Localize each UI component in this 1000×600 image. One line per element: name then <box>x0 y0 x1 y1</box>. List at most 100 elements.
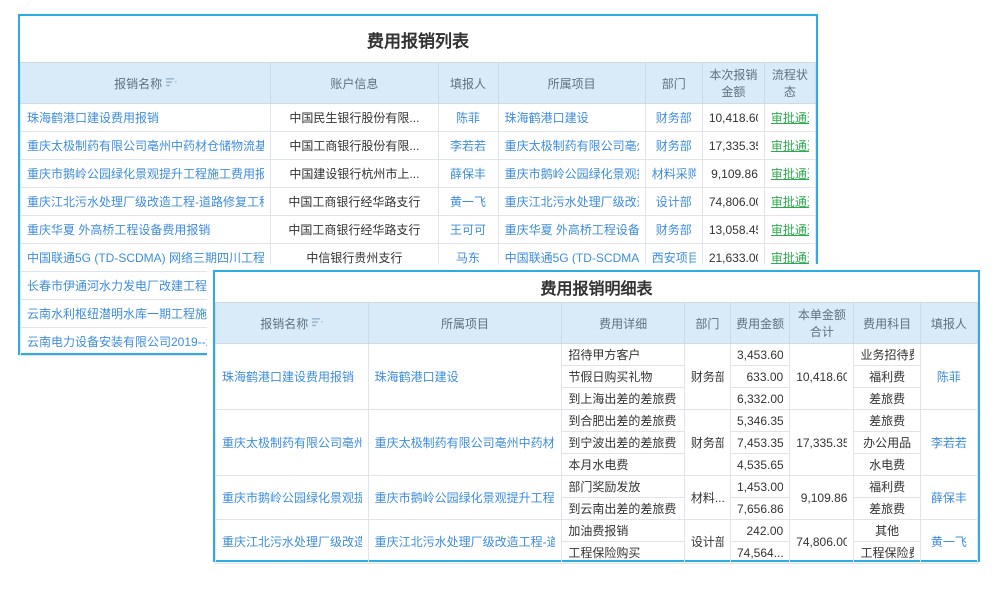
amount-value: 74,806.00 <box>709 195 758 209</box>
reimburse-name-link[interactable]: 重庆江北污水处理厂级改造工程-道路修复工程费用... <box>27 193 264 210</box>
dept-link[interactable]: 财务部 <box>652 221 696 238</box>
expense-item: 部门奖励发放 <box>568 478 677 495</box>
expense-item: 招待甲方客户 <box>568 346 677 363</box>
list-header-row: 报销名称 账户信息 填报人 所属项目 部门 本次报销金额 流程状态 <box>21 63 816 104</box>
reimburse-name-link[interactable]: 重庆太极制药有限公司亳州中药材仓储物流基地项目费用报销 <box>222 434 362 451</box>
col-header-dept: 部门 <box>645 63 702 104</box>
dept-link[interactable]: 材料采购 <box>652 165 696 182</box>
expense-item: 到宁波出差的差旅费 <box>568 434 677 451</box>
col-header-filler: 填报人 <box>920 303 977 344</box>
table-row: 珠海鹤港口建设费用报销 中国民生银行股份有限... 陈菲 珠海鹤港口建设 财务部… <box>21 104 816 132</box>
expense-amount: 74,564... <box>737 546 783 560</box>
expense-item: 节假日购买礼物 <box>568 368 677 385</box>
status-link[interactable]: 审批通过 <box>771 165 809 182</box>
amount-value: 21,633.00 <box>709 251 758 265</box>
expense-amount: 4,535.65 <box>737 458 783 472</box>
sort-icon[interactable] <box>166 76 177 90</box>
expense-category: 其他 <box>860 522 913 539</box>
expense-amount: 242.00 <box>737 524 783 538</box>
total-amount: 74,806.00 <box>796 535 847 549</box>
status-link[interactable]: 审批通过 <box>771 249 809 266</box>
status-link[interactable]: 审批通过 <box>771 193 809 210</box>
expense-item: 加油费报销 <box>568 522 677 539</box>
amount-value: 13,058.45 <box>709 223 758 237</box>
reimburse-name-link[interactable]: 珠海鹤港口建设费用报销 <box>27 109 264 126</box>
expense-amount: 6,332.00 <box>737 392 783 406</box>
project-link[interactable]: 珠海鹤港口建设 <box>505 109 639 126</box>
col-header-account: 账户信息 <box>271 63 438 104</box>
reimburse-name-link[interactable]: 重庆华夏 外高桥工程设备费用报销 <box>27 221 264 238</box>
expense-category: 差旅费 <box>860 500 913 517</box>
expense-category: 差旅费 <box>860 412 913 429</box>
project-link[interactable]: 重庆江北污水处理厂级改造工程-道路修复工程 <box>375 533 556 550</box>
filler-link[interactable]: 李若若 <box>445 137 492 154</box>
reimburse-name-link[interactable]: 重庆太极制药有限公司亳州中药材仓储物流基地项... <box>27 137 264 154</box>
col-header-name-label: 报销名称 <box>114 75 162 92</box>
dept-link[interactable]: 设计部 <box>652 193 696 210</box>
reimburse-name-link[interactable]: 珠海鹤港口建设费用报销 <box>222 368 362 385</box>
col-header-name-label: 报销名称 <box>260 315 308 332</box>
dept-link[interactable]: 财务部 <box>652 137 696 154</box>
col-header-amount: 费用金额 <box>730 303 789 344</box>
filler-link[interactable]: 王可可 <box>445 221 492 238</box>
expense-amount: 633.00 <box>737 370 783 384</box>
table-row: 重庆江北污水处理厂级改造工程-道路修复工程费用... 中国工商银行经华路支行 黄… <box>21 188 816 216</box>
dept-link[interactable]: 西安项目部 <box>652 249 696 266</box>
table-row: 重庆太极制药有限公司亳州中药材仓储物流基地项... 中国工商银行股份有限... … <box>21 132 816 160</box>
amount-value: 17,335.35 <box>709 139 758 153</box>
expense-amount: 7,453.35 <box>737 436 783 450</box>
expense-category: 水电费 <box>860 456 913 473</box>
expense-detail-card: 费用报销明细表 报销名称 所属项目 费用详细 部门 费用金额 <box>213 270 980 562</box>
project-link[interactable]: 珠海鹤港口建设 <box>375 368 556 385</box>
detail-row: 珠海鹤港口建设费用报销 珠海鹤港口建设 招待甲方客户 财务部 3,453.60 … <box>216 344 978 366</box>
col-header-name[interactable]: 报销名称 <box>21 63 271 104</box>
filler-link[interactable]: 黄一飞 <box>927 533 971 550</box>
filler-link[interactable]: 陈菲 <box>927 368 971 385</box>
account-info: 中国建设银行杭州市上... <box>277 165 431 182</box>
project-link[interactable]: 重庆江北污水处理厂级改造工... <box>505 193 639 210</box>
dept-link[interactable]: 财务部 <box>652 109 696 126</box>
filler-link[interactable]: 马东 <box>445 249 492 266</box>
project-link[interactable]: 重庆市鹅岭公园绿化景观提升... <box>505 165 639 182</box>
project-link[interactable]: 重庆市鹅岭公园绿化景观提升工程施工 <box>375 489 556 506</box>
expense-detail-title: 费用报销明细表 <box>215 272 978 302</box>
total-amount: 17,335.35 <box>796 436 847 450</box>
expense-category: 福利费 <box>860 368 913 385</box>
reimburse-name-link[interactable]: 重庆市鹅岭公园绿化景观提升工程施工费用报销 <box>27 165 264 182</box>
account-info: 中国工商银行经华路支行 <box>277 193 431 210</box>
col-header-project: 所属项目 <box>498 63 645 104</box>
dept-value: 设计部 <box>691 533 724 550</box>
filler-link[interactable]: 陈菲 <box>445 109 492 126</box>
sort-icon[interactable] <box>312 316 323 330</box>
reimburse-name-link[interactable]: 中国联通5G (TD-SCDMA) 网络三期四川工程费... <box>27 249 264 266</box>
col-header-filler: 填报人 <box>438 63 498 104</box>
filler-link[interactable]: 李若若 <box>927 434 971 451</box>
dept-value: 财务部 <box>691 434 724 451</box>
expense-category: 福利费 <box>860 478 913 495</box>
expense-list-title: 费用报销列表 <box>20 16 816 62</box>
project-link[interactable]: 重庆太极制药有限公司亳州中... <box>505 137 639 154</box>
reimburse-name-link[interactable]: 重庆市鹅岭公园绿化景观提升工程施工费用报销 <box>222 489 362 506</box>
table-row: 重庆市鹅岭公园绿化景观提升工程施工费用报销 中国建设银行杭州市上... 薛保丰 … <box>21 160 816 188</box>
project-link[interactable]: 重庆太极制药有限公司亳州中药材仓储物流基地 <box>375 434 556 451</box>
filler-link[interactable]: 薛保丰 <box>927 489 971 506</box>
status-link[interactable]: 审批通过 <box>771 137 809 154</box>
filler-link[interactable]: 黄一飞 <box>445 193 492 210</box>
status-link[interactable]: 审批通过 <box>771 221 809 238</box>
status-link[interactable]: 审批通过 <box>771 109 809 126</box>
total-amount: 10,418.60 <box>796 370 847 384</box>
detail-row: 重庆江北污水处理厂级改造工程-道路修复工程费用报销 重庆江北污水处理厂级改造工程… <box>216 520 978 542</box>
reimburse-name-link[interactable]: 重庆江北污水处理厂级改造工程-道路修复工程费用报销 <box>222 533 362 550</box>
expense-category: 工程保险费 <box>860 544 913 561</box>
expense-item: 到云南出差的差旅费 <box>568 500 677 517</box>
account-info: 中信银行贵州支行 <box>277 249 431 266</box>
total-amount: 9,109.86 <box>796 491 847 505</box>
expense-amount: 1,453.00 <box>737 480 783 494</box>
col-header-total: 本单金额合计 <box>790 303 854 344</box>
project-link[interactable]: 中国联通5G (TD-SCDMA) 网... <box>505 249 639 266</box>
col-header-name[interactable]: 报销名称 <box>216 303 369 344</box>
project-link[interactable]: 重庆华夏 外高桥工程设备 <box>505 221 639 238</box>
filler-link[interactable]: 薛保丰 <box>445 165 492 182</box>
dept-value: 材料... <box>691 489 724 506</box>
expense-amount: 3,453.60 <box>737 348 783 362</box>
